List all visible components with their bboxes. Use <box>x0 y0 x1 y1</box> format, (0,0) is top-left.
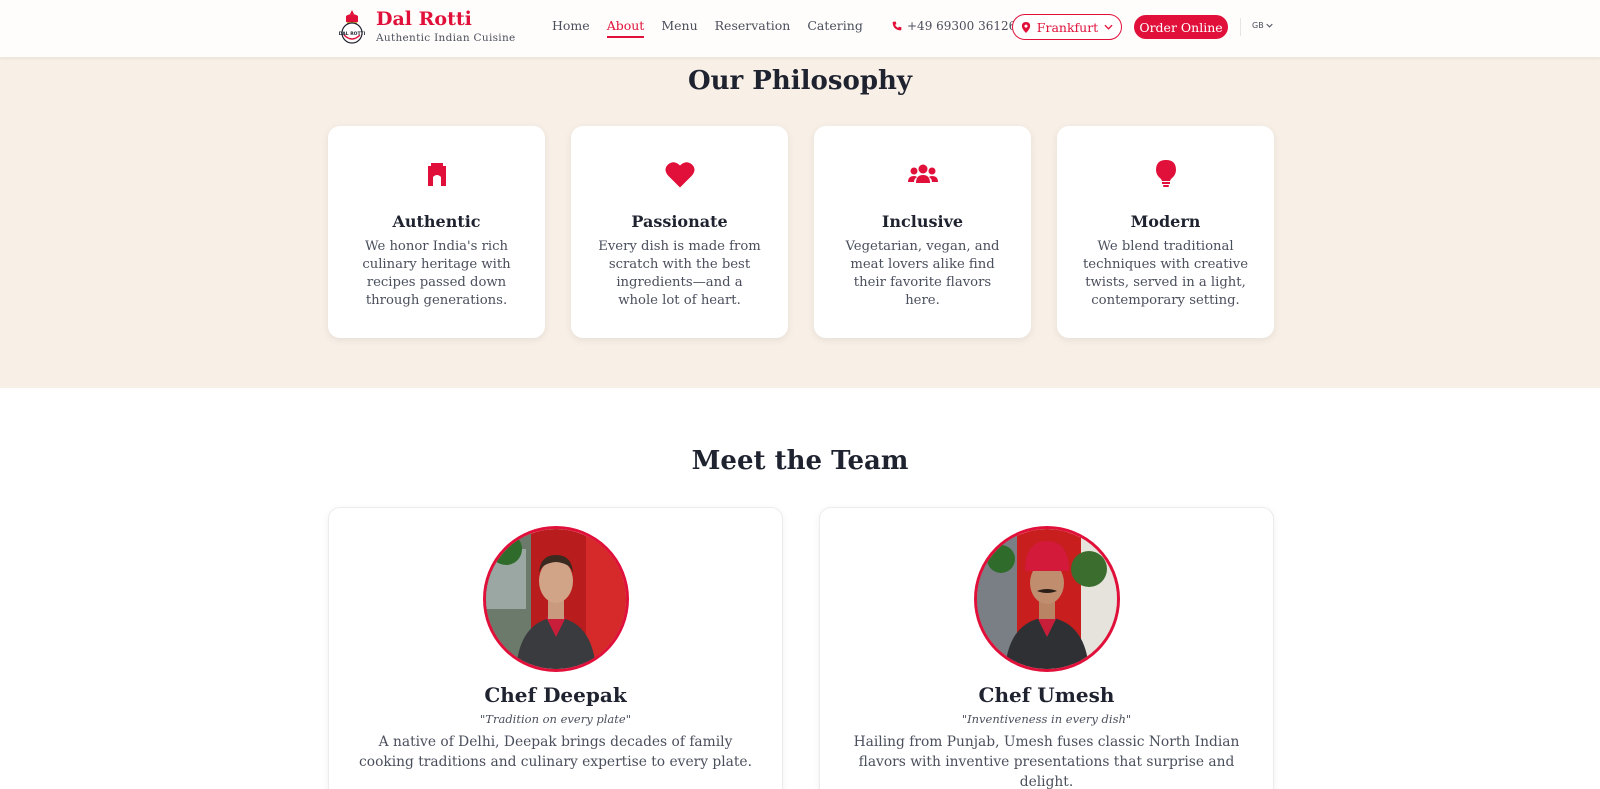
avatar <box>973 526 1120 672</box>
philosophy-card-inclusive: Inclusive Vegetarian, vegan, and meat lo… <box>814 126 1031 338</box>
card-text: We blend traditional techniques with cre… <box>1083 239 1249 308</box>
card-text: Vegetarian, vegan, and meat lovers alike… <box>845 239 1000 308</box>
location-select[interactable]: Frankfurt <box>1012 14 1122 40</box>
heart-icon <box>571 160 788 190</box>
philosophy-title: Our Philosophy <box>687 66 913 96</box>
philosophy-section: Our Philosophy Authentic We honor India'… <box>0 58 1600 388</box>
philosophy-card-modern: Modern We blend traditional techniques w… <box>1057 126 1274 338</box>
phone-number: +49 69300 36126 <box>907 19 1017 33</box>
philosophy-card-authentic: Authentic We honor India's rich culinary… <box>328 126 545 338</box>
card-title: Passionate <box>631 212 728 231</box>
card-title: Authentic <box>392 212 481 231</box>
language-label: GB <box>1252 21 1264 30</box>
team-title: Meet the Team <box>691 446 909 476</box>
card-title: Modern <box>1130 212 1201 231</box>
card-text: We honor India's rich culinary heritage … <box>362 239 511 308</box>
site-header: DAL ROTTI Dal Rotti Authentic Indian Cui… <box>0 0 1600 58</box>
card-title: Inclusive <box>881 212 964 231</box>
map-pin-icon <box>1021 21 1030 33</box>
brand-name[interactable]: Dal Rotti <box>376 8 472 30</box>
language-select[interactable]: GB <box>1252 21 1273 30</box>
brand-tagline: Authentic Indian Cuisine <box>376 32 516 44</box>
main-nav: Home About Menu Reservation Catering <box>552 18 880 38</box>
nav-menu[interactable]: Menu <box>661 18 697 38</box>
member-name: Chef Deepak <box>484 683 627 707</box>
chevron-down-icon <box>1266 23 1273 28</box>
team-card-deepak: Chef Deepak "Tradition on every plate" A… <box>328 507 783 789</box>
member-bio: Hailing from Punjab, Umesh fuses classic… <box>853 734 1240 789</box>
nav-reservation[interactable]: Reservation <box>715 18 791 38</box>
member-name: Chef Umesh <box>978 683 1115 707</box>
avatar <box>482 526 629 672</box>
phone-icon <box>892 21 902 31</box>
svg-text:DAL ROTTI: DAL ROTTI <box>339 31 366 37</box>
order-online-button[interactable]: Order Online <box>1134 15 1228 39</box>
nav-about[interactable]: About <box>606 18 644 38</box>
phone-link[interactable]: +49 69300 36126 <box>892 19 1016 33</box>
philosophy-card-passionate: Passionate Every dish is made from scrat… <box>571 126 788 338</box>
member-quote: "Inventiveness in every dish" <box>961 712 1132 726</box>
card-text: Every dish is made from scratch with the… <box>598 239 761 308</box>
india-gate-icon <box>328 160 545 190</box>
chevron-down-icon <box>1104 24 1113 30</box>
team-card-umesh: Chef Umesh "Inventiveness in every dish"… <box>819 507 1274 789</box>
nav-home[interactable]: Home <box>552 18 590 38</box>
dal-rotti-logo[interactable]: DAL ROTTI <box>337 8 367 48</box>
nav-catering[interactable]: Catering <box>807 18 862 38</box>
member-quote: "Tradition on every plate" <box>480 712 631 726</box>
users-icon <box>814 160 1031 190</box>
location-label: Frankfurt <box>1036 19 1099 35</box>
member-bio: A native of Delhi, Deepak brings decades… <box>359 734 752 770</box>
divider <box>1240 18 1241 36</box>
lightbulb-icon <box>1057 160 1274 190</box>
